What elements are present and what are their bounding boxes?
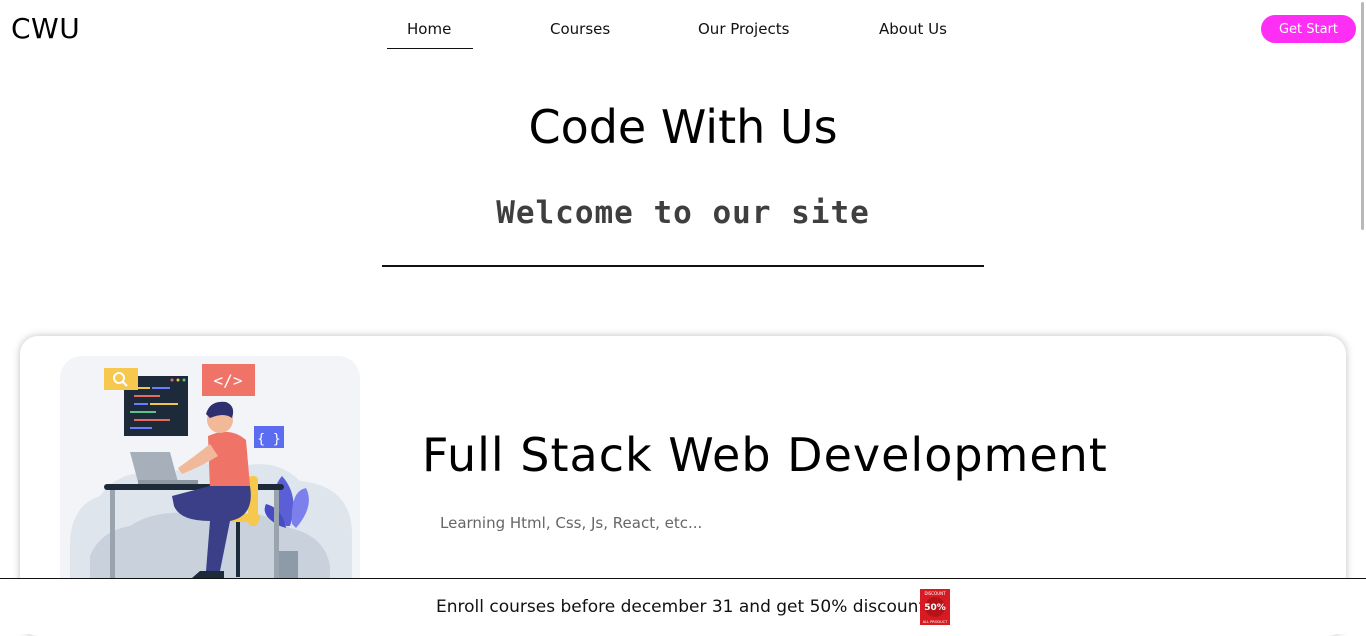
developer-illustration-svg: </> { } <box>70 364 352 616</box>
search-icon <box>104 368 138 390</box>
site-logo[interactable]: CWU <box>11 12 80 45</box>
developer-illustration: </> { } <box>60 356 360 616</box>
hero-divider <box>382 265 984 267</box>
nav-about-us[interactable]: About Us <box>879 20 947 38</box>
discount-banner: Enroll courses before december 31 and ge… <box>0 578 1366 634</box>
code-tag-icon: </> <box>202 364 255 396</box>
nav-courses[interactable]: Courses <box>550 20 610 38</box>
svg-text:{ }: { } <box>257 432 280 447</box>
discount-badge-icon: DISCOUNT 50% ALL PRODUCT <box>920 589 950 625</box>
course-title: Full Stack Web Development <box>422 428 1108 482</box>
svg-text:ALL PRODUCT: ALL PRODUCT <box>923 620 948 624</box>
hero-title: Code With Us <box>528 100 838 154</box>
svg-text:50%: 50% <box>924 603 946 613</box>
svg-text:DISCOUNT: DISCOUNT <box>924 591 946 596</box>
nav-our-projects[interactable]: Our Projects <box>698 20 789 38</box>
course-description: Learning Html, Css, Js, React, etc... <box>440 514 703 532</box>
nav-home[interactable]: Home <box>386 20 474 49</box>
get-start-button[interactable]: Get Start <box>1261 15 1356 43</box>
braces-icon: { } <box>254 426 284 448</box>
svg-text:</>: </> <box>214 371 243 390</box>
hero-subtitle: Welcome to our site <box>496 195 870 231</box>
banner-text: Enroll courses before december 31 and ge… <box>436 597 926 617</box>
